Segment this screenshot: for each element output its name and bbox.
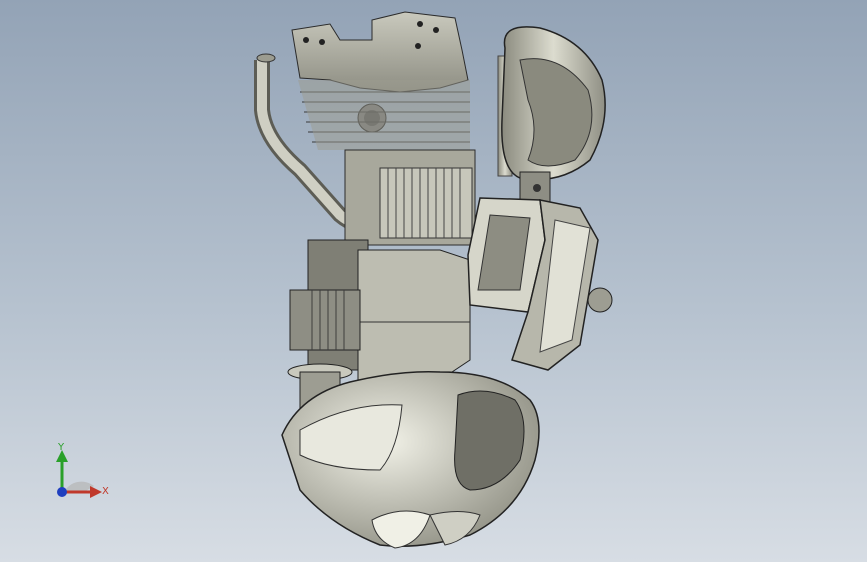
- y-axis-label: Y: [58, 442, 65, 453]
- lower-cover: [281, 370, 540, 549]
- mirror-housing: [501, 26, 606, 203]
- x-axis-label: X: [102, 486, 109, 497]
- orientation-triad: Y X: [40, 440, 120, 510]
- z-axis-dot: [57, 487, 67, 497]
- graphics-viewport[interactable]: Y X: [0, 0, 867, 562]
- cylinder-head: [291, 11, 470, 150]
- cylinder-block: [344, 149, 476, 246]
- engine-model[interactable]: [0, 0, 867, 562]
- air-filter-box: [467, 197, 599, 371]
